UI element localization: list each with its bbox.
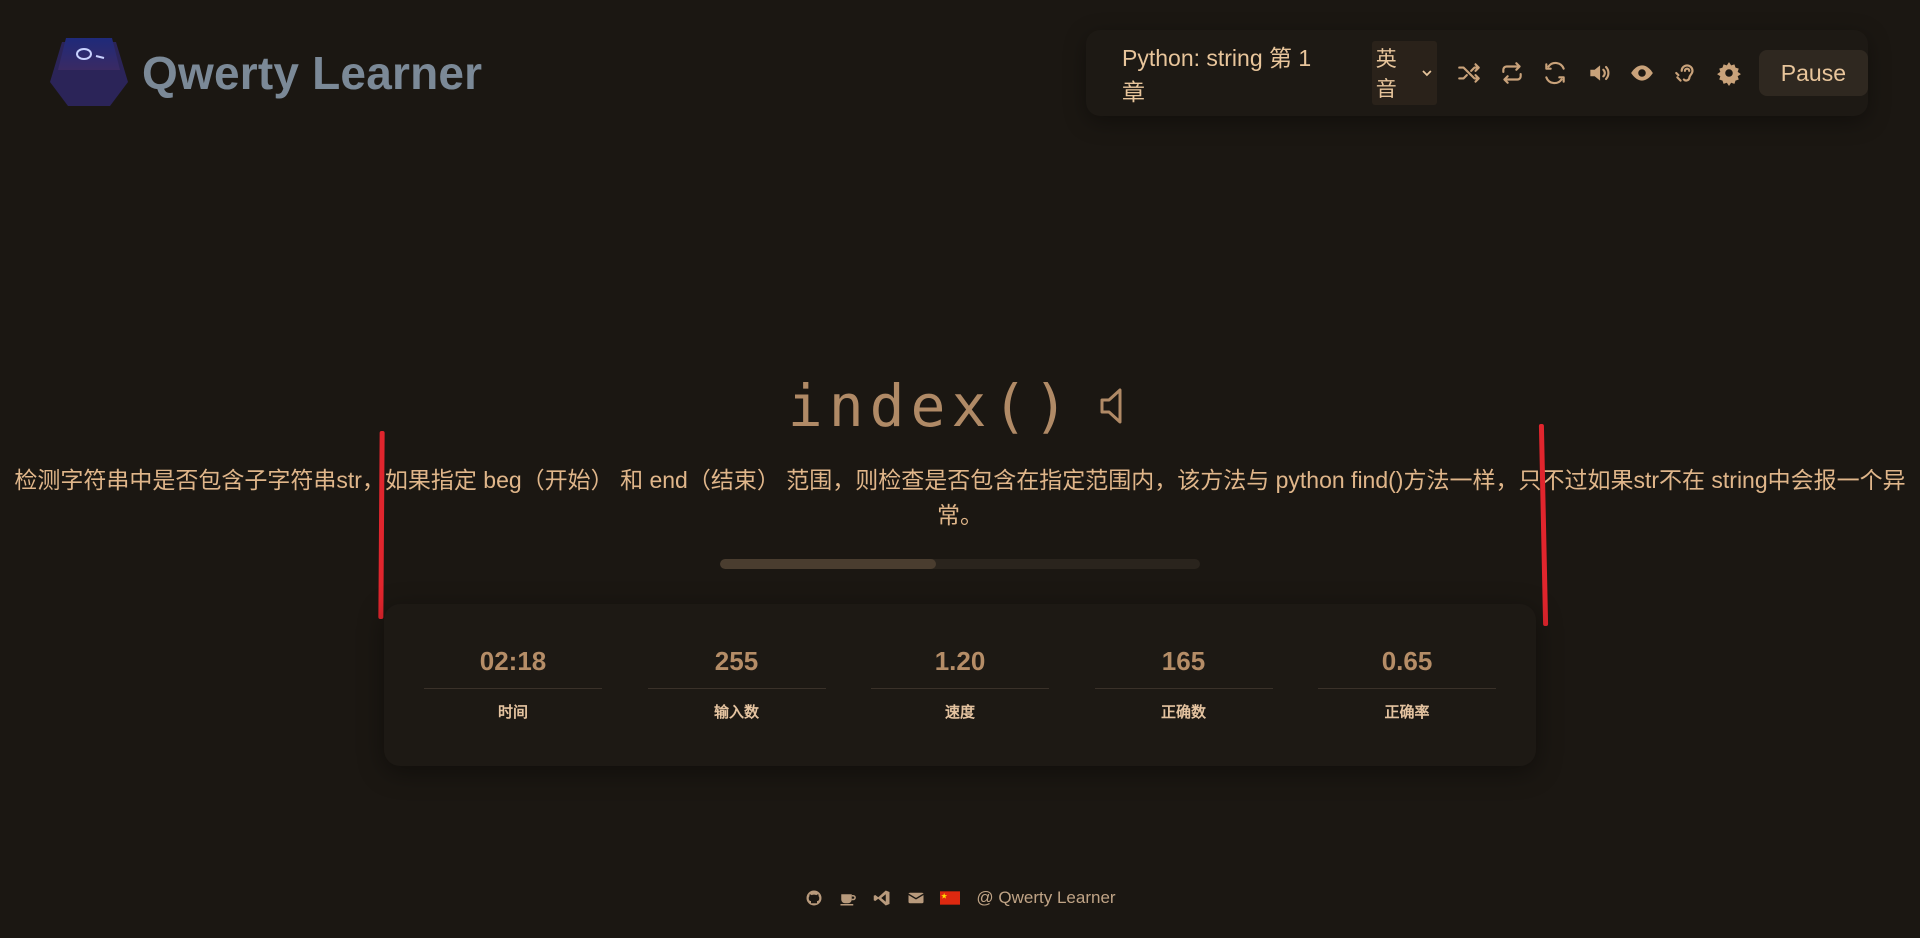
toolbar: Python: string 第 1 章 英音 Pause [1086,30,1868,116]
stat-divider [1094,688,1273,689]
vscode-icon[interactable] [872,888,892,908]
stat-accuracy: 0.65 正确率 [1318,604,1496,766]
china-flag-icon[interactable] [940,888,961,908]
stat-divider [647,688,826,689]
footer: @ Qwerty Learner [0,888,1920,908]
stat-value: 255 [714,646,759,676]
mail-icon[interactable] [906,888,926,908]
accent-select[interactable]: 英音 [1371,41,1437,105]
stat-value: 165 [1161,646,1206,676]
stat-label: 速度 [944,704,975,721]
app-root: Qwerty Learner Python: string 第 1 章 英音 P… [0,0,1920,938]
repeat-icon[interactable] [1490,51,1533,95]
app-title: Qwerty Learner [142,47,483,99]
gear-icon[interactable] [1707,51,1750,95]
footer-credit[interactable]: @ Qwerty Learner [976,888,1115,908]
word-translation: 检测字符串中是否包含子字符串str，如果指定 beg（开始） 和 end（结束）… [14,467,1906,528]
stat-label: 输入数 [713,704,759,721]
stat-value: 02:18 [479,646,547,676]
stat-time: 02:18 时间 [424,604,602,766]
stat-divider [424,688,602,689]
accent-select-value: 英音 [1375,48,1397,101]
stat-correct-count: 165 正确数 [1094,604,1273,766]
chapter-selector[interactable]: Python: string 第 1 章 [1122,39,1338,107]
stat-value: 1.20 [934,646,986,676]
volume-icon[interactable] [1577,51,1620,95]
progress-fill [720,559,936,569]
stat-divider [1318,688,1496,689]
eye-icon[interactable] [1621,51,1664,95]
current-word: index() [787,372,1075,440]
annotation-mark-left [378,430,385,620]
stat-divider [871,688,1049,689]
stat-input-count: 255 输入数 [647,604,826,766]
stats-panel: 02:18 时间 255 输入数 1.20 速度 165 正确数 0.65 正确… [384,604,1536,766]
stat-label: 时间 [497,704,528,721]
coffee-icon[interactable] [838,888,858,908]
stat-label: 正确率 [1384,704,1430,721]
keycap-logo-icon [48,36,130,110]
progress-bar [720,559,1200,569]
refresh-icon[interactable] [1534,51,1577,95]
chevron-down-icon [1422,70,1432,77]
word-display: index() [0,372,1920,440]
hearing-icon[interactable] [1664,51,1707,95]
logo[interactable]: Qwerty Learner [48,36,482,110]
speaker-icon[interactable] [1098,386,1132,426]
pause-button[interactable]: Pause [1758,50,1868,96]
stat-label: 正确数 [1160,704,1206,721]
stat-speed: 1.20 速度 [871,604,1049,766]
stat-value: 0.65 [1381,646,1433,676]
github-icon[interactable] [804,888,824,908]
shuffle-icon[interactable] [1447,51,1490,95]
